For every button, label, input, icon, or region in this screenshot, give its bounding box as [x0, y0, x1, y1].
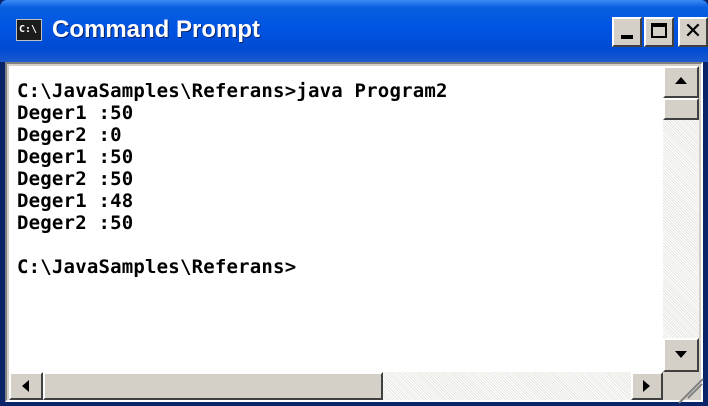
minimize-button[interactable] [612, 17, 642, 47]
console-line: Deger2 :50 [17, 212, 134, 234]
console-line: Deger1 :48 [17, 190, 134, 212]
console-frame: C:\JavaSamples\Referans>java Program2 De… [5, 62, 704, 404]
command-prompt-window: C:\ Command Prompt ✕ C:\JavaSamples\Refe… [0, 0, 708, 406]
console-line: Deger1 :50 [17, 102, 134, 124]
arrow-down-icon [675, 351, 687, 358]
maximize-button[interactable] [644, 17, 674, 47]
scroll-right-button[interactable] [631, 372, 663, 400]
arrow-right-icon [643, 380, 650, 392]
maximize-icon [651, 23, 667, 38]
console-prompt-line: C:\JavaSamples\Referans> [17, 256, 297, 278]
window-title: Command Prompt [52, 16, 261, 43]
vertical-scroll-thumb[interactable] [663, 98, 699, 120]
scroll-down-button[interactable] [663, 338, 699, 372]
close-button[interactable]: ✕ [678, 17, 708, 47]
console-line: Deger2 :0 [17, 124, 122, 146]
scroll-left-button[interactable] [9, 372, 43, 400]
console-output[interactable]: C:\JavaSamples\Referans>java Program2 De… [9, 66, 663, 372]
horizontal-scrollbar[interactable] [9, 372, 663, 400]
title-bar[interactable]: C:\ Command Prompt ✕ [0, 0, 708, 62]
close-icon: ✕ [683, 19, 703, 44]
minimize-icon [621, 35, 633, 39]
resize-grip[interactable] [663, 372, 704, 404]
cmd-icon[interactable]: C:\ [16, 19, 42, 41]
console-line: Deger1 :50 [17, 146, 134, 168]
grip-line [678, 378, 704, 404]
arrow-up-icon [675, 77, 687, 84]
console-line: C:\JavaSamples\Referans>java Program2 [17, 80, 448, 102]
scroll-up-button[interactable] [663, 66, 699, 98]
horizontal-scroll-thumb[interactable] [43, 372, 383, 400]
vertical-scrollbar[interactable] [663, 66, 699, 372]
console-line: Deger2 :50 [17, 168, 134, 190]
arrow-left-icon [22, 380, 29, 392]
